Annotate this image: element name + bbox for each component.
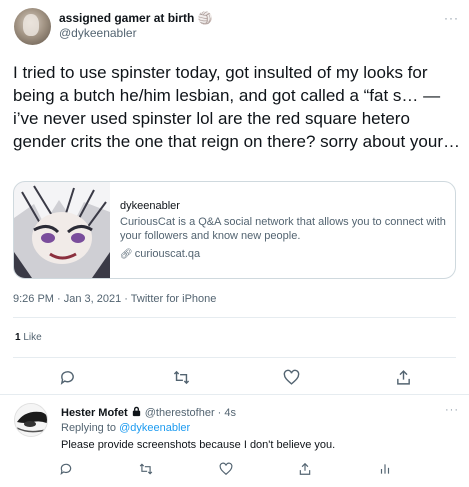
card-link[interactable]: 🔗︎ curiouscat.qa [120,248,200,260]
reply-author-name[interactable]: Hester Mofet @therestofher · 4s [61,406,236,419]
lock-icon [131,406,142,419]
more-options-icon[interactable]: ··· [444,11,459,25]
tweet-text: I tried to use spinster today, got insul… [13,63,460,151]
link-icon: 🔗︎ [120,249,133,260]
replying-prefix: Replying to [61,422,117,434]
author-display-name[interactable]: assigned gamer at birth 🏐 [59,11,213,25]
replying-to-link[interactable]: @dykeenabler [119,422,190,434]
tweet-timestamp[interactable]: 9:26 PM · Jan 3, 2021 · Twitter for iPho… [13,293,216,305]
reply-retweet-icon[interactable] [135,458,157,480]
card-description: CuriousCat is a Q&A social network that … [120,216,446,242]
reply-reply-icon[interactable] [55,458,77,480]
like-icon[interactable] [280,366,302,388]
reply-more-options-icon[interactable]: ··· [445,404,459,416]
link-preview-card[interactable]: dykeenabler CuriousCat is a Q&A social n… [13,181,456,279]
reply-like-icon[interactable] [215,458,237,480]
reply-icon[interactable] [56,366,78,388]
share-icon[interactable] [392,366,414,388]
divider [13,317,456,318]
author-avatar[interactable] [14,8,51,45]
analytics-icon[interactable] [374,458,396,480]
card-thumbnail [14,182,110,278]
reply-handle: @therestofher · 4s [144,407,237,419]
like-count-label: Like [23,332,42,343]
card-link-text: curiouscat.qa [134,248,201,260]
reply-share-icon[interactable] [294,458,316,480]
like-count-number: 1 [15,332,21,343]
author-handle[interactable]: @dykeenabler [59,26,137,40]
divider [13,357,456,358]
card-title: dykeenabler [120,200,180,212]
reply-display-name: Hester Mofet [61,407,128,419]
replying-to: Replying to @dykeenabler [61,422,190,434]
reply-tweet: Hester Mofet @therestofher · 4s ··· Repl… [0,395,469,487]
reply-text: Please provide screenshots because I don… [61,439,336,451]
reply-author-avatar[interactable] [14,403,48,437]
like-count[interactable]: 1 Like [15,332,42,343]
retweet-icon[interactable] [170,366,192,388]
